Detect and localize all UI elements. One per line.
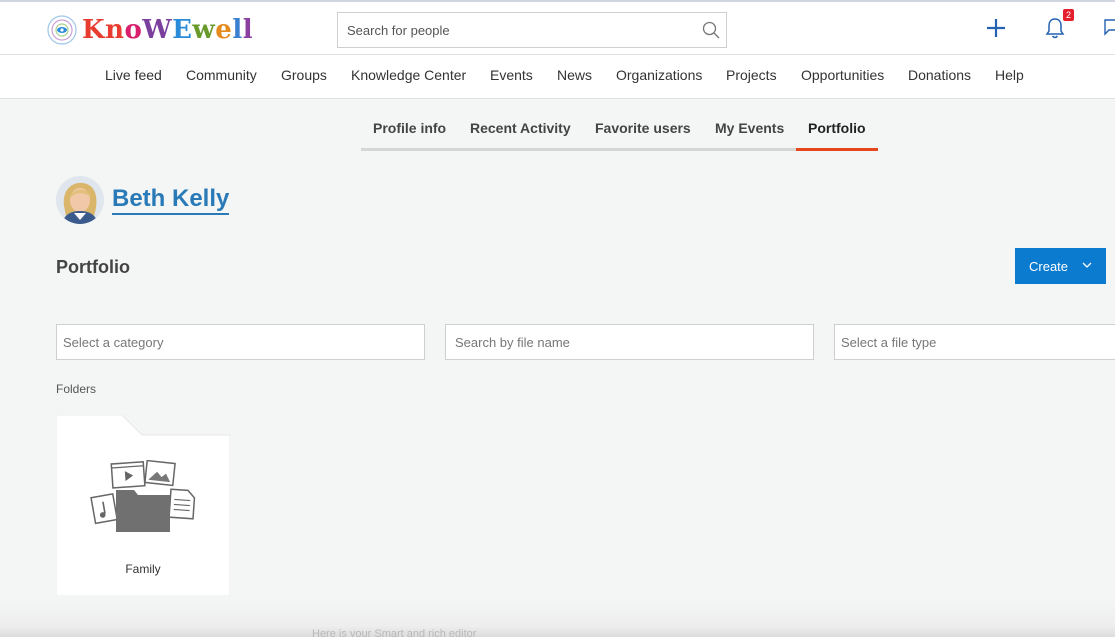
create-button[interactable]: Create [1015, 248, 1106, 284]
folder-card[interactable]: Family [56, 415, 230, 596]
logo-letter: e [215, 15, 233, 45]
nav-live-feed[interactable]: Live feed [105, 67, 162, 83]
people-search [337, 12, 727, 48]
nav-knowledge-center[interactable]: Knowledge Center [351, 67, 466, 83]
chevron-down-icon [1082, 262, 1092, 268]
file-type-select [834, 324, 1115, 360]
tab-favorite-users[interactable]: Favorite users [595, 120, 691, 136]
nav-donations[interactable]: Donations [908, 67, 971, 83]
tab-profile-info[interactable]: Profile info [373, 120, 446, 136]
knowewell-logo[interactable]: KnoWEwell [46, 13, 253, 47]
logo-letter: l [242, 15, 254, 45]
footer-ghost-text: Here is your Smart and rich editor [312, 628, 477, 637]
folder-media-icon [90, 460, 196, 532]
folder-name: Family [125, 562, 161, 576]
active-tab-indicator [796, 148, 878, 151]
notification-count-badge: 2 [1063, 9, 1075, 21]
user-name-link[interactable]: Beth Kelly [112, 185, 230, 215]
avatar[interactable] [56, 176, 104, 224]
file-type-select-input[interactable] [835, 325, 1115, 359]
logo-letter: E [172, 15, 193, 45]
logo-letter: o [124, 15, 143, 45]
main-nav: Live feed Community Groups Knowledge Cen… [0, 55, 1115, 99]
logo-letter: w [192, 15, 216, 45]
create-button-label: Create [1029, 258, 1069, 274]
nav-opportunities[interactable]: Opportunities [801, 67, 884, 83]
chat-icon[interactable] [1103, 18, 1115, 36]
nav-organizations[interactable]: Organizations [616, 67, 702, 83]
nav-groups[interactable]: Groups [281, 67, 327, 83]
logo-wordmark: KnoWEwell [82, 15, 253, 45]
tab-my-events[interactable]: My Events [715, 120, 784, 136]
file-name-search-input[interactable] [446, 325, 813, 359]
nav-projects[interactable]: Projects [726, 67, 777, 83]
tab-recent-activity[interactable]: Recent Activity [470, 120, 571, 136]
nav-community[interactable]: Community [186, 67, 257, 83]
logo-letter: n [105, 15, 125, 45]
add-icon[interactable] [984, 16, 1008, 40]
file-name-search [445, 324, 814, 360]
search-input[interactable] [338, 13, 688, 47]
nav-events[interactable]: Events [490, 67, 533, 83]
folders-label: Folders [56, 382, 97, 396]
search-icon[interactable] [702, 21, 720, 39]
nav-news[interactable]: News [557, 67, 592, 83]
logo-emblem-icon [47, 15, 77, 45]
profile-tabs: Profile info Recent Activity Favorite us… [361, 108, 878, 151]
top-bar: KnoWEwell 2 [0, 0, 1115, 55]
logo-letter: K [82, 15, 106, 45]
nav-help[interactable]: Help [995, 67, 1024, 83]
page-title: Portfolio [56, 257, 130, 277]
logo-letter: W [142, 15, 173, 45]
category-select [56, 324, 425, 360]
bottom-overlay [0, 600, 1115, 637]
category-select-input[interactable] [57, 325, 424, 359]
logo-letter: l [232, 15, 243, 45]
tab-portfolio[interactable]: Portfolio [808, 120, 866, 136]
